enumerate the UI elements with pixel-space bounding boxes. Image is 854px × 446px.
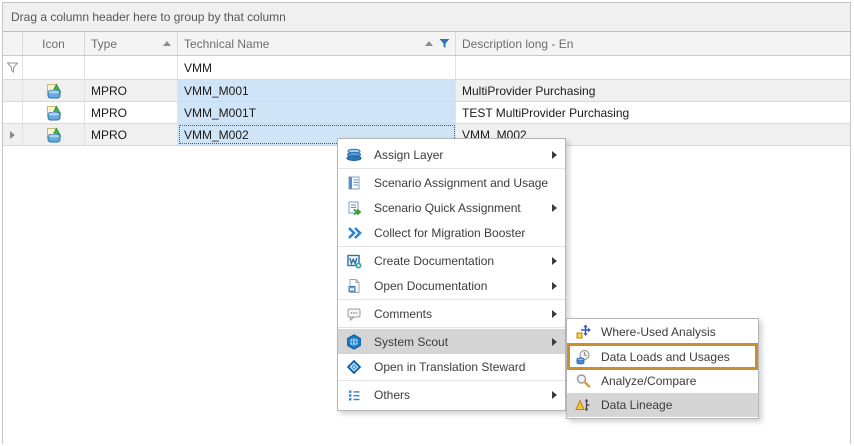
type-cell[interactable]: MPRO [85, 124, 178, 145]
menu-item-comments[interactable]: Comments [338, 301, 565, 326]
row-icon-cell [23, 80, 85, 101]
header-indicator-cell [3, 32, 23, 55]
system-scout-icon [346, 334, 362, 350]
submenu-arrow-icon [552, 338, 557, 346]
menu-item-label: Assign Layer [374, 148, 443, 162]
table-row[interactable]: MPRO VMM_M001T TEST MultiProvider Purcha… [3, 102, 850, 124]
scenario-assignment-icon [346, 175, 362, 191]
technical-name-cell[interactable]: VMM_M001T [178, 102, 456, 123]
menu-separator [338, 327, 565, 328]
menu-item-collect-migration-booster[interactable]: Collect for Migration Booster [338, 220, 565, 245]
menu-item-assign-layer[interactable]: Assign Layer [338, 142, 565, 167]
data-loads-icon [575, 349, 591, 365]
menu-item-open-documentation[interactable]: Open Documentation [338, 273, 565, 298]
sort-ascending-icon [425, 41, 433, 46]
menu-separator [338, 299, 565, 300]
scenario-quick-icon [346, 200, 362, 216]
filter-cell-technical-name[interactable]: VMM [178, 56, 456, 79]
submenu-item-label: Where-Used Analysis [601, 325, 716, 339]
submenu-item-analyze-compare[interactable]: Analyze/Compare [567, 369, 758, 393]
auto-filter-row: VMM [3, 56, 850, 80]
submenu-item-where-used-analysis[interactable]: Where-Used Analysis [567, 320, 758, 344]
column-header-label: Technical Name [184, 37, 269, 51]
menu-item-others[interactable]: Others [338, 382, 565, 407]
menu-item-label: Open in Translation Steward [374, 360, 525, 374]
analyze-compare-icon [575, 373, 591, 389]
column-header-description[interactable]: Description long - En [456, 32, 850, 55]
column-header-technical-name[interactable]: Technical Name [178, 32, 456, 55]
open-documentation-icon [346, 278, 362, 294]
column-header-icon[interactable]: Icon [23, 32, 85, 55]
filter-row-indicator [3, 56, 23, 79]
where-used-icon [575, 324, 591, 340]
column-header-label: Icon [42, 37, 65, 51]
filter-cell-icon[interactable] [23, 56, 85, 79]
comments-icon [346, 306, 362, 322]
filter-cell-description[interactable] [456, 56, 850, 79]
submenu-arrow-icon [552, 151, 557, 159]
technical-name-cell[interactable]: VMM_M001 [178, 80, 456, 101]
menu-item-label: Comments [374, 307, 432, 321]
filter-active-icon[interactable] [439, 38, 450, 49]
multiprovider-icon [46, 127, 62, 143]
submenu-arrow-icon [552, 204, 557, 212]
others-icon [346, 387, 362, 403]
menu-item-label: Create Documentation [374, 254, 494, 268]
menu-item-label: Scenario Quick Assignment [374, 201, 521, 215]
submenu-arrow-icon [552, 391, 557, 399]
group-by-panel-text: Drag a column header here to group by th… [11, 10, 286, 24]
submenu-arrow-icon [552, 257, 557, 265]
menu-separator [338, 380, 565, 381]
submenu-item-label: Data Loads and Usages [601, 350, 730, 364]
context-menu: Assign Layer Scenario Assignment and Usa… [337, 138, 566, 411]
submenu-item-data-loads-and-usages[interactable]: Data Loads and Usages [567, 343, 758, 370]
menu-item-system-scout[interactable]: System Scout [338, 329, 565, 354]
menu-separator [338, 246, 565, 247]
row-indicator-cell [3, 102, 23, 123]
type-cell[interactable]: MPRO [85, 80, 178, 101]
group-by-panel[interactable]: Drag a column header here to group by th… [3, 3, 850, 32]
multiprovider-icon [46, 105, 62, 121]
column-header-type[interactable]: Type [85, 32, 178, 55]
row-icon-cell [23, 124, 85, 145]
submenu-item-data-lineage[interactable]: Data Lineage [567, 393, 758, 417]
submenu-arrow-icon [552, 282, 557, 290]
menu-separator [338, 168, 565, 169]
menu-item-label: Others [374, 388, 410, 402]
menu-item-label: Collect for Migration Booster [374, 226, 525, 240]
column-header-row: Icon Type Technical Name Description lon… [3, 32, 850, 56]
filter-funnel-icon [7, 62, 18, 73]
sort-ascending-icon [163, 41, 171, 46]
menu-item-label: Scenario Assignment and Usage [374, 176, 548, 190]
row-indicator-cell [3, 80, 23, 101]
focused-row-arrow-icon [10, 131, 15, 139]
create-documentation-icon [346, 253, 362, 269]
menu-item-label: Open Documentation [374, 279, 487, 293]
type-cell[interactable]: MPRO [85, 102, 178, 123]
application-window: Drag a column header here to group by th… [0, 0, 854, 446]
menu-item-create-documentation[interactable]: Create Documentation [338, 248, 565, 273]
menu-item-scenario-quick-assignment[interactable]: Scenario Quick Assignment [338, 195, 565, 220]
menu-item-label: System Scout [374, 335, 448, 349]
menu-item-open-translation-steward[interactable]: Open in Translation Steward [338, 354, 565, 379]
submenu-arrow-icon [552, 310, 557, 318]
column-header-label: Type [91, 37, 117, 51]
submenu-item-label: Analyze/Compare [601, 374, 696, 388]
filter-cell-type[interactable] [85, 56, 178, 79]
submenu-item-label: Data Lineage [601, 398, 672, 412]
translation-steward-icon [346, 359, 362, 375]
row-indicator-cell [3, 124, 23, 145]
multiprovider-icon [46, 83, 62, 99]
assign-layer-icon [346, 147, 362, 163]
system-scout-submenu: Where-Used Analysis Data Loads and Usage… [566, 318, 759, 419]
column-header-label: Description long - En [462, 37, 573, 51]
filter-value: VMM [184, 61, 212, 75]
menu-item-scenario-assignment[interactable]: Scenario Assignment and Usage [338, 170, 565, 195]
data-lineage-icon [575, 397, 591, 413]
description-cell[interactable]: TEST MultiProvider Purchasing [456, 102, 850, 123]
row-icon-cell [23, 102, 85, 123]
migration-booster-icon [346, 225, 362, 241]
table-row[interactable]: MPRO VMM_M001 MultiProvider Purchasing [3, 80, 850, 102]
description-cell[interactable]: MultiProvider Purchasing [456, 80, 850, 101]
